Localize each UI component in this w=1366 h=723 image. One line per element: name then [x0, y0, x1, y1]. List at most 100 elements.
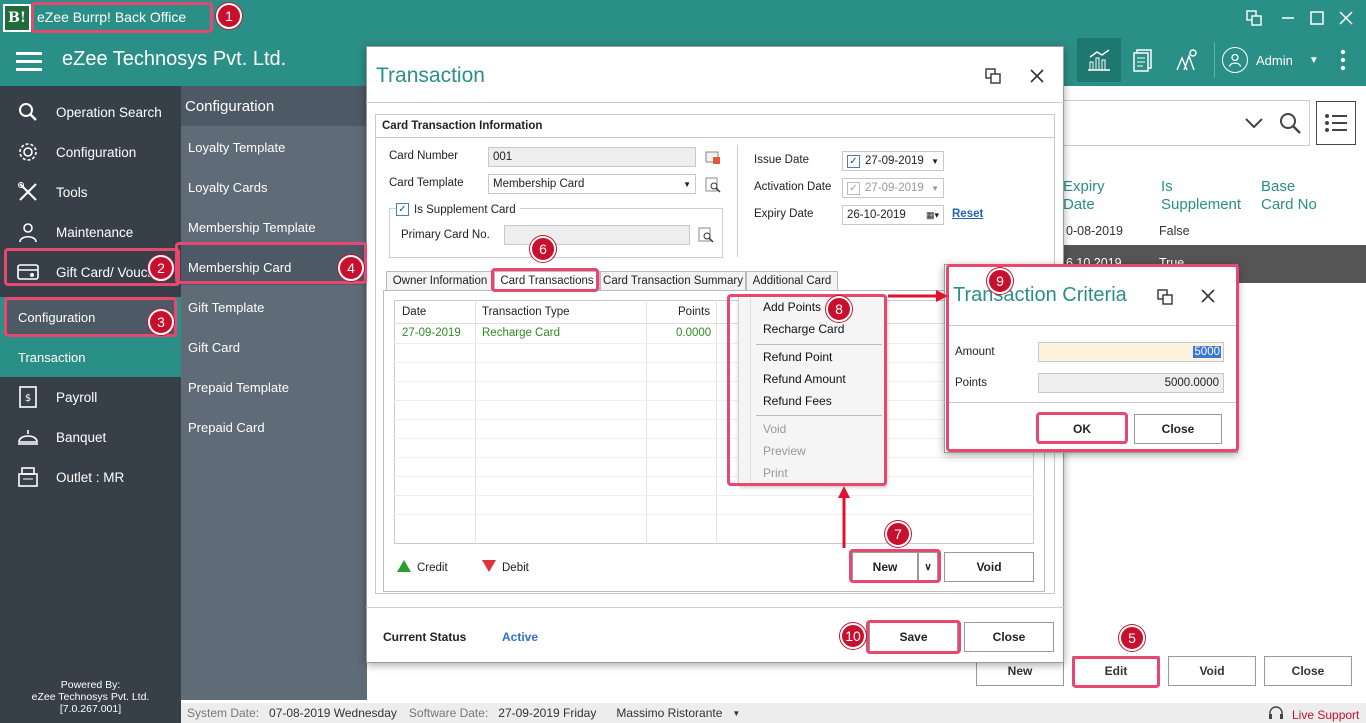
- column-header-base-card-no[interactable]: Base Card No: [1261, 178, 1317, 214]
- issue-date-field[interactable]: ✓ 27-09-2019 ▼: [842, 151, 944, 171]
- row-points[interactable]: 0.0000: [676, 327, 711, 339]
- config-item-gift-card[interactable]: Gift Card: [188, 340, 240, 355]
- user-menu[interactable]: Admin ▼: [1222, 44, 1319, 76]
- card-lookup-icon[interactable]: [705, 149, 721, 168]
- list-close-button[interactable]: Close: [1264, 656, 1352, 686]
- system-date-label: System Date:: [187, 706, 260, 720]
- card-template-select[interactable]: Membership Card ▼: [488, 174, 696, 194]
- config-item-membership-template[interactable]: Membership Template: [188, 220, 316, 235]
- status-badge: Active: [502, 630, 539, 644]
- dialog-close-button[interactable]: Close: [964, 622, 1054, 652]
- row-date[interactable]: 27-09-2019: [402, 327, 461, 339]
- translate-icon[interactable]: [985, 68, 1001, 87]
- debit-triangle-icon: [482, 560, 496, 575]
- close-window-icon[interactable]: [1334, 6, 1358, 30]
- maintenance-icon: [15, 219, 41, 245]
- dialog-close-icon[interactable]: [1029, 68, 1045, 87]
- col-divider: [646, 300, 647, 544]
- template-search-icon[interactable]: [705, 177, 721, 196]
- checkbox-checked-icon: ✓: [396, 203, 409, 216]
- live-support-link[interactable]: Live Support: [1268, 705, 1359, 723]
- outlet-selector[interactable]: Massimo Ristorante: [616, 706, 722, 720]
- current-status-label: Current Status: [383, 630, 467, 644]
- company-name: eZee Technosys Pvt. Ltd.: [62, 48, 287, 70]
- row1-expiry: 0-08-2019: [1066, 224, 1123, 238]
- sidebar-item-outlet[interactable]: Outlet : MR: [0, 459, 181, 495]
- badge-10: 10: [840, 623, 866, 649]
- void-transaction-button[interactable]: Void: [944, 552, 1034, 582]
- hamburger-menu-icon[interactable]: [16, 52, 42, 72]
- filter-bar[interactable]: [1063, 100, 1310, 146]
- activation-date-label: Activation Date: [754, 181, 832, 193]
- chevron-down-icon: ▼: [931, 183, 939, 193]
- tab-owner-information[interactable]: Owner Information: [386, 271, 494, 291]
- minimize-icon[interactable]: [1276, 6, 1300, 30]
- card-number-label: Card Number: [389, 150, 459, 162]
- dashboard-chart-icon[interactable]: [1077, 38, 1121, 82]
- sidebar-item-tools[interactable]: Tools: [0, 174, 181, 210]
- primary-card-search-icon[interactable]: [698, 227, 714, 246]
- tab-card-transaction-summary[interactable]: Card Transaction Summary: [600, 271, 746, 291]
- badge-4: 4: [338, 255, 364, 281]
- badge-7: 7: [885, 521, 911, 547]
- column-header-expiry-date[interactable]: Expiry Date: [1063, 178, 1143, 214]
- card-template-label: Card Template: [389, 177, 464, 189]
- badge-8: 8: [826, 296, 852, 322]
- config-item-prepaid-template[interactable]: Prepaid Template: [188, 380, 289, 395]
- dialog-footer-divider: [366, 607, 1064, 608]
- sidebar-item-payroll[interactable]: $ Payroll: [0, 379, 181, 415]
- issue-date-label: Issue Date: [754, 154, 809, 166]
- highlight-save: [866, 620, 961, 654]
- card-number-field[interactable]: 001: [488, 147, 696, 167]
- dialog-title-divider: [366, 102, 1064, 103]
- filter-search-icon[interactable]: [1279, 112, 1301, 137]
- status-bar: System Date: 07-08-2019 Wednesday Softwa…: [181, 703, 1366, 723]
- sidebar-subitem-transaction[interactable]: Transaction: [18, 350, 85, 365]
- activation-checkbox-icon: ✓: [847, 181, 860, 195]
- chevron-down-icon: ▼: [683, 179, 691, 189]
- highlight-edit: [1072, 656, 1160, 688]
- badge-9: 9: [987, 268, 1013, 294]
- chevron-down-icon: ▼: [931, 156, 939, 166]
- tab-additional-card[interactable]: Additional Card: [746, 271, 838, 291]
- reports-icon[interactable]: [1121, 38, 1165, 82]
- outlet-chevron-down-icon[interactable]: ▼: [732, 709, 740, 718]
- sidebar-item-configuration[interactable]: Configuration: [0, 134, 181, 170]
- expiry-date-field[interactable]: 26-10-2019 ▦▾: [842, 205, 944, 225]
- config-item-gift-template[interactable]: Gift Template: [188, 300, 264, 315]
- kebab-menu-icon[interactable]: [1340, 48, 1346, 72]
- software-date: 27-09-2019 Friday: [498, 706, 597, 720]
- calendar-icon: ▦▾: [925, 209, 939, 220]
- list-void-button[interactable]: Void: [1168, 656, 1256, 686]
- sidebar-item-maintenance[interactable]: Maintenance: [0, 214, 181, 250]
- col-transaction-type[interactable]: Transaction Type: [482, 306, 570, 318]
- highlight-card-transactions-tab: [491, 268, 599, 292]
- column-header-is-supplement[interactable]: Is Supplement: [1161, 178, 1241, 214]
- payroll-icon: $: [15, 384, 41, 410]
- config-item-loyalty-template[interactable]: Loyalty Template: [188, 140, 285, 155]
- issue-date-checkbox-icon: ✓: [847, 154, 860, 168]
- col-points[interactable]: Points: [678, 306, 710, 318]
- software-date-label: Software Date:: [408, 706, 489, 720]
- info-divider: [737, 145, 738, 257]
- config-item-prepaid-card[interactable]: Prepaid Card: [188, 420, 265, 435]
- legend-credit: Credit: [397, 560, 448, 575]
- sidebar-item-banquet[interactable]: Banquet: [0, 419, 181, 455]
- row-type[interactable]: Recharge Card: [482, 327, 560, 339]
- list-view-icon[interactable]: [1316, 101, 1356, 145]
- badge-6: 6: [530, 236, 556, 262]
- activation-date-field: ✓ 27-09-2019 ▼: [842, 178, 944, 198]
- highlight-ok: [1036, 412, 1128, 444]
- analytics-icon[interactable]: [1165, 38, 1209, 82]
- maximize-icon[interactable]: [1305, 6, 1329, 30]
- sidebar-item-operation-search[interactable]: Operation Search: [0, 94, 181, 130]
- reset-link[interactable]: Reset: [952, 208, 983, 220]
- is-supplement-checkbox[interactable]: ✓ Is Supplement Card: [396, 203, 520, 216]
- outlet-icon: [15, 464, 41, 490]
- config-item-loyalty-cards[interactable]: Loyalty Cards: [188, 180, 267, 195]
- col-date[interactable]: Date: [402, 306, 426, 318]
- search-icon: [15, 99, 41, 125]
- filter-chevron-down-icon[interactable]: [1244, 116, 1264, 132]
- powered-by: Powered By: eZee Technosys Pvt. Ltd. [7.…: [31, 679, 150, 715]
- language-icon[interactable]: [1242, 6, 1266, 30]
